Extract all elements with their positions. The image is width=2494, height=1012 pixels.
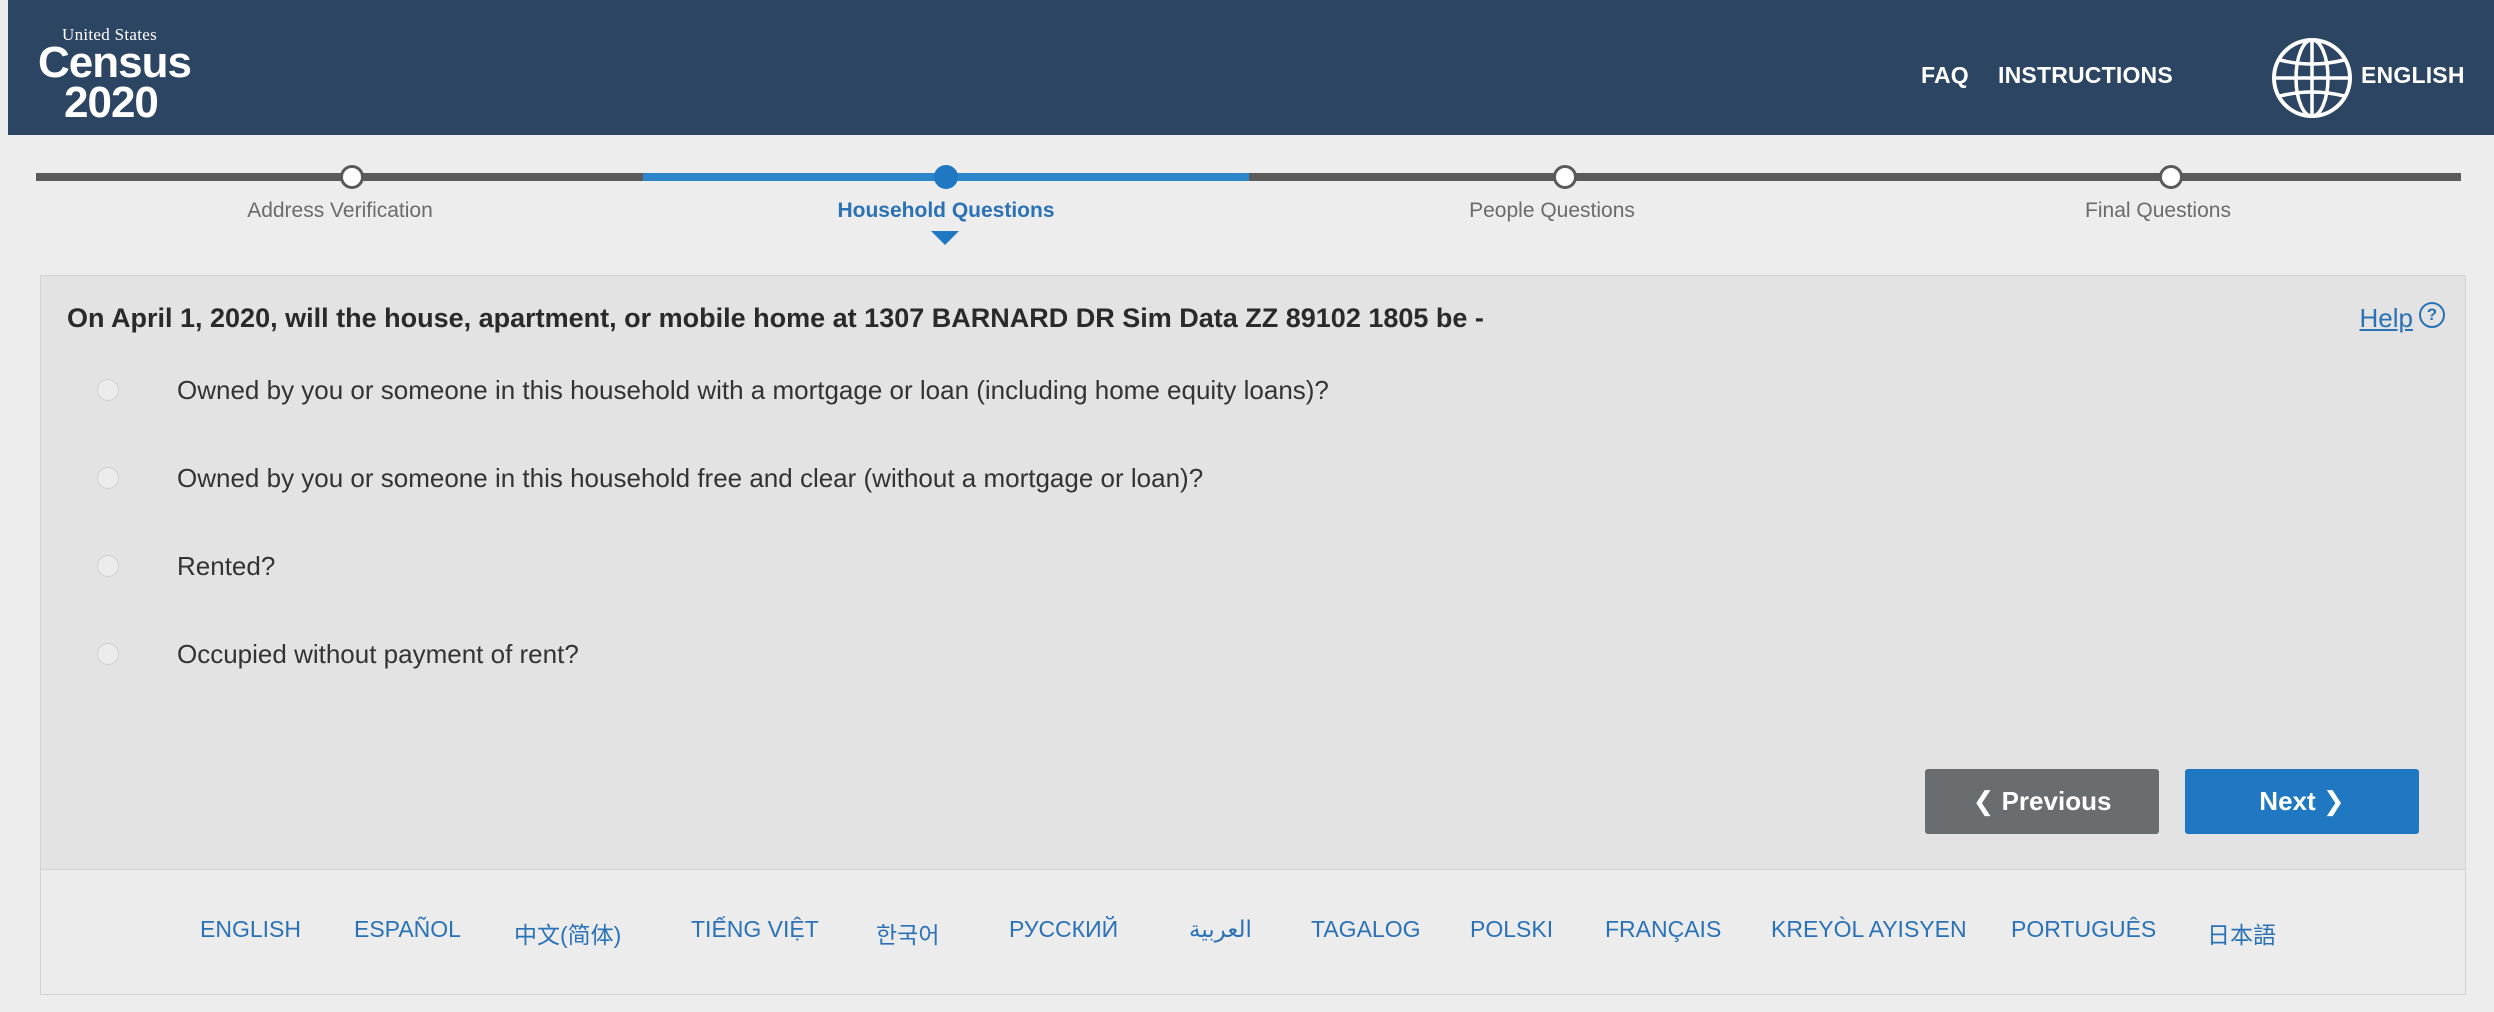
current-step-indicator — [931, 231, 959, 245]
option-label: Occupied without payment of rent? — [177, 639, 579, 669]
lang-link-chinese[interactable]: 中文(简体) — [514, 916, 621, 950]
question-circle-icon[interactable]: ? — [2419, 302, 2445, 328]
lang-link-japanese[interactable]: 日本語 — [2207, 916, 2276, 950]
step-label-household-questions: Household Questions — [837, 199, 1055, 222]
step-label-people-questions: People Questions — [1469, 199, 1635, 222]
next-label: Next — [2259, 786, 2316, 816]
step-dot-final-questions — [2159, 165, 2183, 189]
language-selector[interactable]: ENGLISH — [2361, 62, 2465, 89]
lang-link-espanol[interactable]: ESPAÑOL — [354, 916, 461, 943]
step-label-address-verification: Address Verification — [247, 199, 433, 222]
language-footer: ENGLISH ESPAÑOL 中文(简体) TIẾNG VIỆT 한국어 РУ… — [40, 870, 2466, 995]
step-dot-household-questions — [934, 165, 958, 189]
lang-link-portugues[interactable]: PORTUGUÊS — [2011, 916, 2156, 943]
radio-button[interactable] — [97, 467, 119, 489]
lang-link-polski[interactable]: POLSKI — [1470, 916, 1553, 943]
lang-link-arabic[interactable]: العربية — [1189, 916, 1252, 943]
step-dot-people-questions — [1553, 165, 1577, 189]
radio-button[interactable] — [97, 555, 119, 577]
globe-icon[interactable] — [2270, 36, 2354, 120]
logo-year: 2020 — [64, 78, 159, 127]
faq-link[interactable]: FAQ — [1921, 62, 1969, 89]
instructions-link[interactable]: INSTRUCTIONS — [1998, 62, 2173, 89]
lang-link-kreyol[interactable]: KREYÒL AYISYEN — [1771, 916, 1967, 943]
question-panel: On April 1, 2020, will the house, apartm… — [40, 275, 2466, 870]
option-label: Owned by you or someone in this househol… — [177, 463, 1204, 493]
site-header: United States Census 2020 FAQ INSTRUCTIO… — [8, 0, 2494, 135]
chevron-left-icon: ❮ — [1972, 786, 1995, 816]
radio-button[interactable] — [97, 643, 119, 665]
help-link[interactable]: Help — [2360, 303, 2413, 334]
previous-button[interactable]: ❮ Previous — [1925, 769, 2159, 834]
lang-link-english[interactable]: ENGLISH — [200, 916, 301, 943]
progress-track-4 — [1855, 173, 2461, 181]
progress-track-3 — [1249, 173, 1855, 181]
next-button[interactable]: Next ❯ — [2185, 769, 2419, 834]
lang-link-francais[interactable]: FRANÇAIS — [1605, 916, 1721, 943]
step-label-final-questions: Final Questions — [2085, 199, 2231, 222]
step-dot-address-verification — [340, 165, 364, 189]
lang-link-russian[interactable]: РУССКИЙ — [1009, 916, 1118, 943]
census-2020-logo[interactable]: United States Census 2020 — [38, 26, 192, 127]
option-label: Rented? — [177, 551, 276, 581]
lang-link-korean[interactable]: 한국어 — [876, 916, 939, 950]
lang-link-tagalog[interactable]: TAGALOG — [1311, 916, 1421, 943]
radio-button[interactable] — [97, 379, 119, 401]
option-label: Owned by you or someone in this househol… — [177, 375, 1329, 405]
lang-link-vietnamese[interactable]: TIẾNG VIỆT — [691, 916, 819, 943]
chevron-right-icon: ❯ — [2322, 786, 2345, 816]
previous-label: Previous — [2001, 786, 2112, 816]
logo-census: Census — [38, 38, 192, 87]
progress-stepper: Address Verification Household Questions… — [0, 135, 2494, 275]
question-text: On April 1, 2020, will the house, apartm… — [67, 303, 1484, 333]
